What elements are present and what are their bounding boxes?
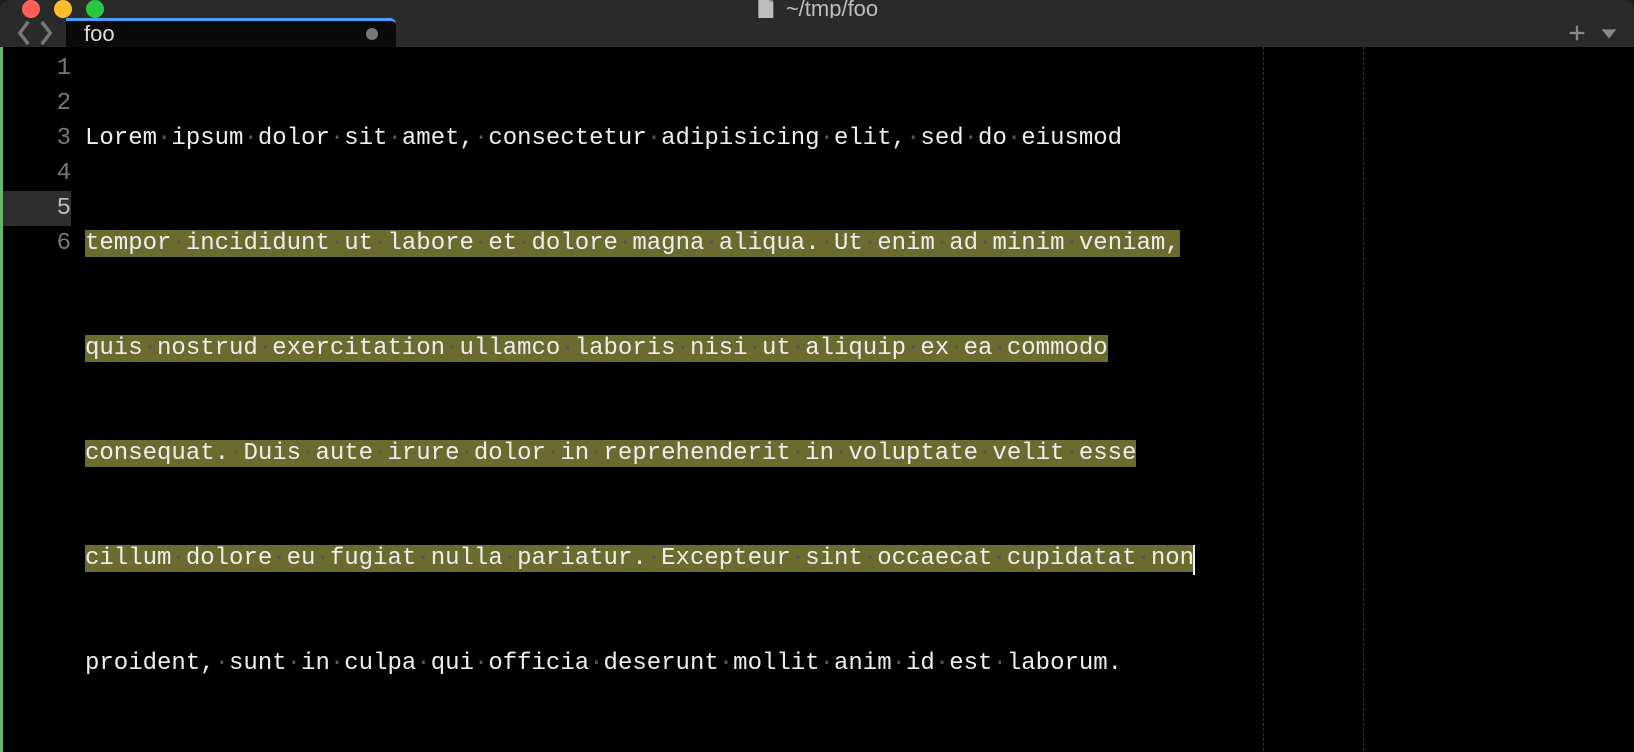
code-text: quis·nostrud·exercitation·ullamco·labori…	[85, 335, 1108, 362]
line-number: 3	[3, 121, 71, 156]
tab-foo[interactable]: foo	[66, 18, 396, 47]
ruler-line	[1363, 47, 1364, 752]
tab-bar: foo	[0, 18, 1634, 47]
code-area[interactable]: Lorem·ipsum·dolor·sit·amet,·consectetur·…	[85, 47, 1634, 752]
text-cursor	[1193, 545, 1195, 575]
code-text: proident,·sunt·in·culpa·qui·officia·dese…	[85, 650, 1122, 677]
ruler-line	[1263, 47, 1264, 752]
line-number: 4	[3, 156, 71, 191]
maximize-window-button[interactable]	[86, 0, 104, 18]
dirty-indicator-icon	[366, 28, 378, 40]
line-number: 5	[3, 191, 71, 226]
nav-forward-icon[interactable]	[36, 19, 56, 47]
minimize-window-button[interactable]	[54, 0, 72, 18]
code-text: Lorem·ipsum·dolor·sit·amet,·consectetur·…	[85, 125, 1122, 152]
code-text: tempor·incididunt·ut·labore·et·dolore·ma…	[85, 230, 1180, 257]
line-number: 2	[3, 86, 71, 121]
code-text: cillum·dolore·eu·fugiat·nulla·pariatur.·…	[85, 545, 1194, 572]
gutter: 1 2 3 4 5 6	[3, 47, 85, 752]
titlebar: ~/tmp/foo	[0, 0, 1634, 18]
nav-back-icon[interactable]	[14, 19, 34, 47]
new-tab-icon[interactable]	[1566, 22, 1588, 44]
tab-menu-icon[interactable]	[1598, 22, 1620, 44]
editor[interactable]: 1 2 3 4 5 6 Lorem·ipsum·dolor·sit·amet,·…	[0, 47, 1634, 752]
code-text: consequat.·Duis·aute·irure·dolor·in·repr…	[85, 440, 1136, 467]
window-controls	[0, 0, 104, 18]
line-number: 6	[3, 226, 71, 261]
line-number: 1	[3, 51, 71, 86]
close-window-button[interactable]	[22, 0, 40, 18]
tab-label: foo	[84, 21, 115, 47]
